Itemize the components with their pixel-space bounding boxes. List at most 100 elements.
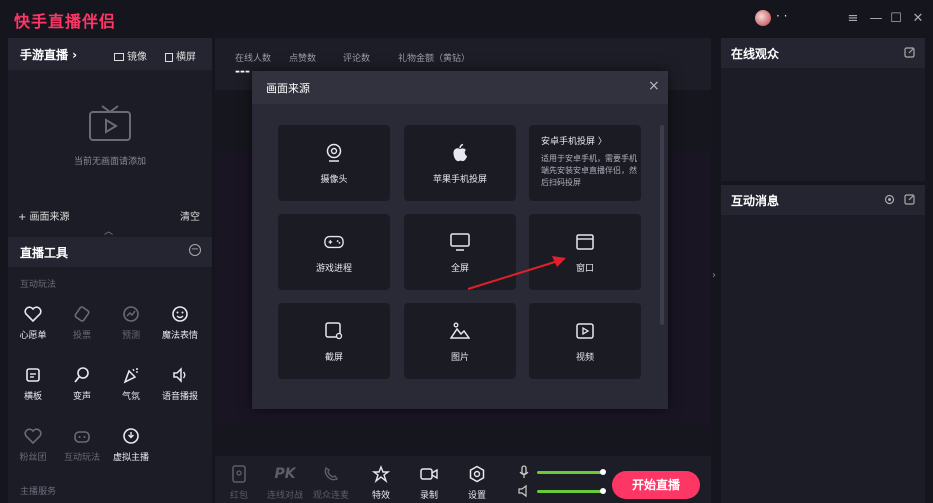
- webcam-icon: [324, 143, 344, 163]
- likes-label: 点赞数: [289, 54, 317, 64]
- tool-magic-emoji[interactable]: 魔法表情: [155, 304, 205, 341]
- mic-volume-knob[interactable]: [600, 469, 606, 475]
- red-packet-icon: [221, 464, 257, 484]
- audience-mic-button[interactable]: 观众连麦: [313, 464, 349, 501]
- source-modal: 画面来源 × 摄像头 苹果手机投屏 安卓手机投屏 〉 适用于安卓手机，需要手机端…: [252, 71, 668, 409]
- android-cast-title: 安卓手机投屏 〉: [541, 137, 607, 147]
- image-icon: [450, 321, 470, 341]
- close-icon[interactable]: ×: [648, 78, 660, 94]
- mirror-icon: [114, 53, 124, 61]
- username[interactable]: · ·: [776, 9, 787, 23]
- pk-icon: PK: [274, 466, 296, 482]
- source-tile-camera[interactable]: 摄像头: [278, 125, 390, 201]
- fan-heart-icon: [23, 426, 43, 446]
- source-tile-video[interactable]: 视频: [529, 303, 641, 379]
- comments-label: 评论数: [343, 54, 371, 64]
- mirror-button[interactable]: 镜像: [114, 48, 147, 63]
- add-source-button[interactable]: + 画面来源: [18, 208, 70, 223]
- screenshot-icon: [324, 321, 344, 341]
- popout-icon[interactable]: [904, 47, 915, 58]
- section-host-label: 主播服务: [20, 487, 57, 497]
- record-icon: [411, 464, 447, 484]
- monitor-icon: [450, 232, 470, 252]
- gear-icon[interactable]: [884, 194, 895, 205]
- left-panel: 手游直播 › 镜像 横屏 当前无画面请添加 + 画面来源 清空 ︿ 直播工具 −…: [8, 38, 212, 503]
- tools-header: 直播工具 −: [8, 237, 212, 267]
- source-tile-iphone-cast[interactable]: 苹果手机投屏: [404, 125, 516, 201]
- tool-board[interactable]: 横板: [8, 365, 58, 402]
- party-icon: [121, 365, 141, 385]
- tool-voice-broadcast[interactable]: 语音播报: [155, 365, 205, 402]
- window-icon: [575, 232, 595, 252]
- collapse-icon[interactable]: ︿: [104, 224, 113, 237]
- video-icon: [575, 321, 595, 341]
- source-tile-image[interactable]: 图片: [404, 303, 516, 379]
- speaker-volume-knob[interactable]: [600, 488, 606, 494]
- record-button[interactable]: 录制: [411, 464, 447, 501]
- title-bar: [0, 0, 933, 38]
- settings-icon: [459, 464, 495, 484]
- close-button[interactable]: ✕: [909, 10, 927, 28]
- gift-amount-label: 礼物金额（黄钻）: [398, 54, 471, 64]
- speaker-icon: [170, 365, 190, 385]
- messages-panel: 互动消息: [721, 185, 925, 503]
- modal-title: 画面来源: [266, 82, 310, 95]
- expand-right-icon[interactable]: ›: [712, 270, 716, 281]
- clear-button[interactable]: 清空: [180, 208, 200, 223]
- popout-icon[interactable]: [904, 194, 915, 205]
- gamepad-icon: [324, 232, 344, 252]
- messages-header: 互动消息: [721, 185, 925, 215]
- tool-wishlist[interactable]: 心愿单: [8, 304, 58, 341]
- minimize-button[interactable]: —: [867, 10, 885, 28]
- tool-vote[interactable]: 投票: [57, 304, 107, 341]
- audience-title: 在线观众: [731, 47, 780, 61]
- source-tile-screenshot[interactable]: 截屏: [278, 303, 390, 379]
- gamepad-icon: [72, 426, 92, 446]
- maximize-button[interactable]: ☐: [887, 10, 905, 28]
- landscape-icon: [165, 52, 173, 62]
- tools-title: 直播工具: [20, 246, 69, 260]
- apple-icon: [450, 143, 470, 163]
- tool-virtual-host[interactable]: 虚拟主播: [106, 426, 156, 463]
- audience-header: 在线观众: [721, 38, 925, 68]
- tool-interactive-play[interactable]: 互动玩法: [57, 426, 107, 463]
- smile-icon: [170, 304, 190, 324]
- effects-icon: [363, 464, 399, 484]
- effects-button[interactable]: 特效: [363, 464, 399, 501]
- source-tile-fullscreen[interactable]: 全屏: [404, 214, 516, 290]
- modal-scrollbar[interactable]: [660, 125, 664, 325]
- tool-predict[interactable]: 预测: [106, 304, 156, 341]
- tv-icon: [89, 105, 131, 141]
- tool-fan-club[interactable]: 粉丝团: [8, 426, 58, 463]
- collapse-tools-icon[interactable]: −: [189, 244, 201, 256]
- online-count-value: ---: [235, 64, 250, 78]
- online-count-label: 在线人数: [235, 54, 272, 64]
- speaker-volume-slider[interactable]: [537, 488, 606, 494]
- mobile-live-dropdown[interactable]: 手游直播 ›: [20, 46, 77, 63]
- settings-button[interactable]: 设置: [459, 464, 495, 501]
- tool-atmosphere[interactable]: 气氛: [106, 365, 156, 402]
- audience-panel: 在线观众: [721, 38, 925, 181]
- heart-wish-icon: [23, 304, 43, 324]
- menu-button[interactable]: ≡: [844, 10, 862, 28]
- source-tile-window[interactable]: 窗口: [529, 214, 641, 290]
- modal-header: 画面来源 ×: [252, 71, 668, 104]
- audience-mic-icon: [313, 464, 349, 484]
- speaker-volume-icon[interactable]: [518, 484, 530, 498]
- virtual-host-icon: [121, 426, 141, 446]
- pk-button[interactable]: PK 连线对战: [267, 464, 303, 501]
- section-interactive-label: 互动玩法: [20, 280, 57, 290]
- empty-source-text: 当前无画面请添加: [73, 157, 146, 167]
- start-live-button[interactable]: 开始直播: [612, 471, 700, 499]
- source-tile-game[interactable]: 游戏进程: [278, 214, 390, 290]
- mic-volume-slider[interactable]: [537, 469, 606, 475]
- microphone-icon[interactable]: [518, 465, 530, 479]
- voice-change-icon: [72, 365, 92, 385]
- landscape-button[interactable]: 横屏: [165, 48, 196, 63]
- avatar[interactable]: [755, 10, 771, 26]
- left-panel-header: 手游直播 › 镜像 横屏: [8, 38, 212, 70]
- source-tile-android-cast[interactable]: 安卓手机投屏 〉 适用于安卓手机，需要手机端先安装安卓直播伴侣，然后扫码投屏: [529, 125, 641, 201]
- red-packet-button[interactable]: 红包: [221, 464, 257, 501]
- board-icon: [23, 365, 43, 385]
- tool-voice-change[interactable]: 变声: [57, 365, 107, 402]
